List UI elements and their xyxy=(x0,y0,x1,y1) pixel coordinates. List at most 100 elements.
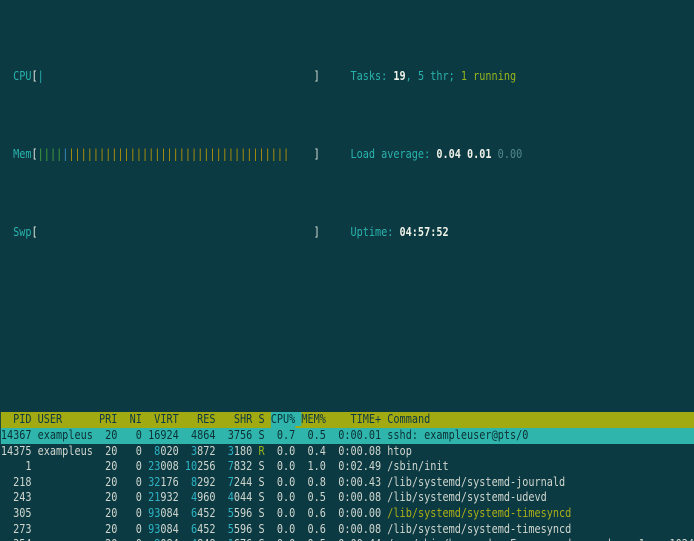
shr-cell: 5596 xyxy=(222,506,253,522)
column-header-virt[interactable]: VIRT xyxy=(148,412,179,428)
mem-percent-cell: 0.5 xyxy=(301,428,326,444)
cpu-percent-cell: 0.7 xyxy=(271,428,296,444)
process-row[interactable]: 14367 exampleus 20 0 16924 4864 3756 S 0… xyxy=(1,428,694,444)
time-cell: 0:00.44 xyxy=(332,537,381,541)
process-row[interactable]: 243 20 0 21932 4960 4044 S 0.0 0.5 0:00.… xyxy=(1,490,694,506)
load-five: 0.01 xyxy=(467,147,498,161)
virt-cell: 8084 xyxy=(148,537,179,541)
command-cell: /usr/sbin/haveged --Foreground --verbose… xyxy=(387,537,694,541)
cpu-percent-cell: 0.0 xyxy=(271,522,296,538)
command-cell: /lib/systemd/systemd-timesyncd xyxy=(387,522,694,538)
column-header-user[interactable]: USER xyxy=(38,412,93,428)
pid-cell: 14375 xyxy=(1,444,32,460)
column-header-mem[interactable]: MEM% xyxy=(301,412,326,428)
column-header-cpu[interactable]: CPU% xyxy=(271,412,296,428)
virt-cell: 8020 xyxy=(148,444,179,460)
table-header-row: PID USER PRI NI VIRT RES SHR S CPU% MEM%… xyxy=(1,412,694,428)
shr-cell: 1676 xyxy=(222,537,253,541)
priority-cell: 20 xyxy=(99,506,117,522)
mem-used-bar: |||| xyxy=(38,147,63,161)
load-average-stat: Load average: 0.04 0.01 0.00 xyxy=(350,147,522,163)
tasks-stat: Tasks: 19, 5 thr; 1 running xyxy=(350,69,516,85)
res-cell: 4960 xyxy=(185,490,216,506)
htop-terminal-screen: CPU[|]Tasks: 19, 5 thr; 1 running Mem[||… xyxy=(0,0,694,541)
cpu-bar-fill: | xyxy=(38,69,44,83)
nice-cell: 0 xyxy=(124,459,142,475)
res-cell: 8292 xyxy=(185,475,216,491)
blank-line xyxy=(1,288,694,304)
virt-cell: 16924 xyxy=(148,428,179,444)
virt-cell: 23008 xyxy=(148,459,179,475)
res-cell: 6452 xyxy=(185,506,216,522)
time-cell: 0:00.08 xyxy=(332,522,381,538)
shr-cell: 7832 xyxy=(222,459,253,475)
mem-percent-cell: 1.0 xyxy=(301,459,326,475)
nice-cell: 0 xyxy=(124,428,142,444)
process-row[interactable]: 14375 exampleus 20 0 8020 3872 3180 R 0.… xyxy=(1,444,694,460)
column-header-shr[interactable]: SHR xyxy=(222,412,253,428)
swp-meter-label: Swp xyxy=(13,225,31,239)
process-row[interactable]: 354 20 0 8084 4848 1676 S 0.0 0.5 0:00.4… xyxy=(1,537,694,541)
column-header-ni[interactable]: NI xyxy=(124,412,142,428)
mem-percent-cell: 0.6 xyxy=(301,506,326,522)
process-row[interactable]: 1 20 0 23008 10256 7832 S 0.0 1.0 0:02.4… xyxy=(1,459,694,475)
pid-cell: 354 xyxy=(1,537,32,541)
priority-cell: 20 xyxy=(99,537,117,541)
shr-cell: 5596 xyxy=(222,522,253,538)
process-table: PID USER PRI NI VIRT RES SHR S CPU% MEM%… xyxy=(1,412,694,541)
cpu-percent-cell: 0.0 xyxy=(271,475,296,491)
tasks-running: 1 running xyxy=(461,69,516,83)
terminal-grid: CPU[|]Tasks: 19, 5 thr; 1 running Mem[||… xyxy=(0,0,694,541)
shr-cell: 7244 xyxy=(222,475,253,491)
cpu-meter-line: CPU[|]Tasks: 19, 5 thr; 1 running xyxy=(1,69,694,85)
column-header-command[interactable]: Command xyxy=(387,412,694,428)
command-cell: /lib/systemd/systemd-timesyncd xyxy=(387,506,694,522)
nice-cell: 0 xyxy=(124,475,142,491)
cpu-percent-cell: 0.0 xyxy=(271,459,296,475)
column-header-time[interactable]: TIME+ xyxy=(332,412,381,428)
command-cell: sshd: exampleuser@pts/0 xyxy=(387,428,694,444)
virt-cell: 93084 xyxy=(148,522,179,538)
swp-meter-close-bracket: ] xyxy=(314,225,320,239)
time-cell: 0:00.43 xyxy=(332,475,381,491)
shr-cell: 3756 xyxy=(222,428,253,444)
pid-cell: 218 xyxy=(1,475,32,491)
priority-cell: 20 xyxy=(99,428,117,444)
mem-percent-cell: 0.5 xyxy=(301,537,326,541)
load-fifteen: 0.00 xyxy=(498,147,523,161)
cpu-percent-cell: 0.0 xyxy=(271,537,296,541)
tasks-threads: 5 thr xyxy=(418,69,449,83)
priority-cell: 20 xyxy=(99,459,117,475)
cpu-percent-cell: 0.0 xyxy=(271,444,296,460)
time-cell: 0:00.00 xyxy=(332,506,381,522)
column-header-res[interactable]: RES xyxy=(185,412,216,428)
res-cell: 4864 xyxy=(185,428,216,444)
cpu-percent-cell: 0.0 xyxy=(271,506,296,522)
virt-cell: 21932 xyxy=(148,490,179,506)
column-header-pid[interactable]: PID xyxy=(1,412,32,428)
user-cell: exampleus xyxy=(38,428,93,444)
priority-cell: 20 xyxy=(99,444,117,460)
res-cell: 3872 xyxy=(185,444,216,460)
cpu-percent-cell: 0.0 xyxy=(271,490,296,506)
command-cell: /lib/systemd/systemd-udevd xyxy=(387,490,694,506)
time-cell: 0:00.08 xyxy=(332,490,381,506)
shr-cell: 4044 xyxy=(222,490,253,506)
nice-cell: 0 xyxy=(124,537,142,541)
uptime-value: 04:57:52 xyxy=(400,225,449,239)
mem-percent-cell: 0.4 xyxy=(301,444,326,460)
process-row[interactable]: 218 20 0 32176 8292 7244 S 0.0 0.8 0:00.… xyxy=(1,475,694,491)
nice-cell: 0 xyxy=(124,506,142,522)
virt-cell: 32176 xyxy=(148,475,179,491)
time-cell: 0:00.08 xyxy=(332,444,381,460)
shr-cell: 3180 xyxy=(222,444,253,460)
nice-cell: 0 xyxy=(124,490,142,506)
process-row[interactable]: 273 20 0 93084 6452 5596 S 0.0 0.6 0:00.… xyxy=(1,522,694,538)
priority-cell: 20 xyxy=(99,522,117,538)
res-cell: 6452 xyxy=(185,522,216,538)
column-header-pri[interactable]: PRI xyxy=(99,412,117,428)
mem-percent-cell: 0.8 xyxy=(301,475,326,491)
mem-meter-label: Mem xyxy=(13,147,31,161)
process-row[interactable]: 305 20 0 93084 6452 5596 S 0.0 0.6 0:00.… xyxy=(1,506,694,522)
mem-meter-line: Mem[||||||||||||||||||||||||||||||||||||… xyxy=(1,147,694,163)
